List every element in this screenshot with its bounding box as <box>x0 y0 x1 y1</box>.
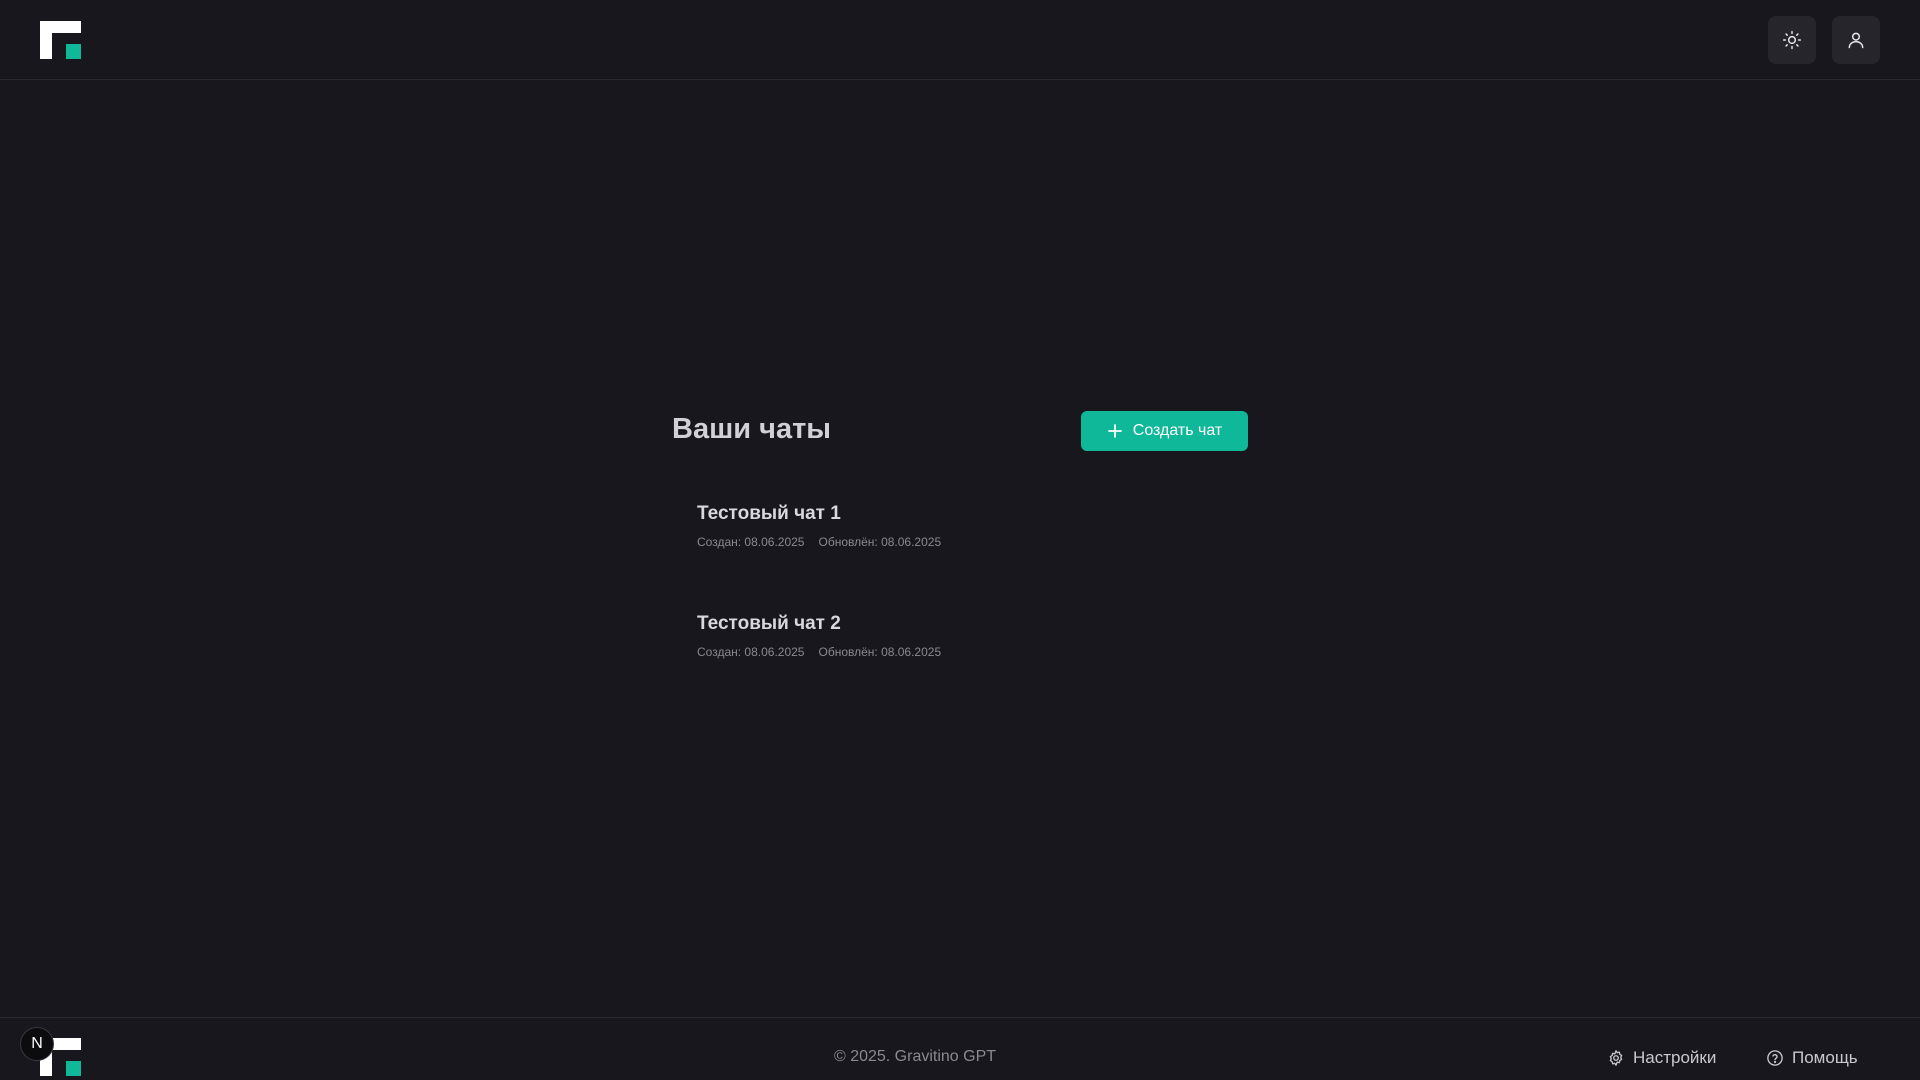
help-link[interactable]: Помощь <box>1766 1048 1858 1068</box>
chat-created-date: Создан: 08.06.2025 <box>697 645 805 659</box>
chat-title: Тестовый чат 2 <box>697 613 841 634</box>
logo-accent-square <box>66 44 81 59</box>
create-chat-button[interactable]: Создать чат <box>1081 411 1248 451</box>
chat-item[interactable]: Тестовый чат 2 Создан: 08.06.2025 Обновлё… <box>697 613 1237 723</box>
chat-meta: Создан: 08.06.2025 Обновлён: 08.06.2025 <box>697 535 1237 549</box>
chat-list: Тестовый чат 1 Создан: 08.06.2025 Обновлё… <box>697 503 1237 723</box>
chat-title: Тестовый чат 1 <box>697 503 841 524</box>
footer: N © 2025. Gravitino GPT Настройки Помощь <box>0 1017 1920 1080</box>
plus-icon <box>1107 424 1122 438</box>
chat-meta: Создан: 08.06.2025 Обновлён: 08.06.2025 <box>697 645 1237 659</box>
theme-toggle-button[interactable] <box>1768 16 1816 64</box>
sun-icon <box>1782 30 1802 50</box>
title-row: Ваши чаты Создать чат <box>672 410 1248 452</box>
create-chat-label: Создать чат <box>1132 422 1223 439</box>
help-label: Помощь <box>1792 1048 1858 1067</box>
question-circle-icon <box>1767 1050 1783 1066</box>
chat-updated-date: Обновлён: 08.06.2025 <box>818 645 942 659</box>
page-title: Ваши чаты <box>672 413 832 445</box>
chat-updated-date: Обновлён: 08.06.2025 <box>818 535 942 549</box>
logo-left-bar <box>40 21 52 59</box>
settings-label: Настройки <box>1633 1048 1717 1067</box>
user-profile-button[interactable] <box>1832 16 1880 64</box>
user-icon <box>1848 32 1864 49</box>
gear-icon <box>1609 1050 1623 1066</box>
chat-item[interactable]: Тестовый чат 1 Создан: 08.06.2025 Обновлё… <box>697 503 1237 613</box>
gravitino-logo[interactable] <box>40 21 81 59</box>
chats-section: Ваши чаты Создать чат Тестовый чат 1 Соз… <box>672 410 1248 659</box>
top-header <box>0 0 1920 80</box>
settings-link[interactable]: Настройки <box>1607 1048 1716 1068</box>
chat-created-date: Создан: 08.06.2025 <box>697 535 805 549</box>
